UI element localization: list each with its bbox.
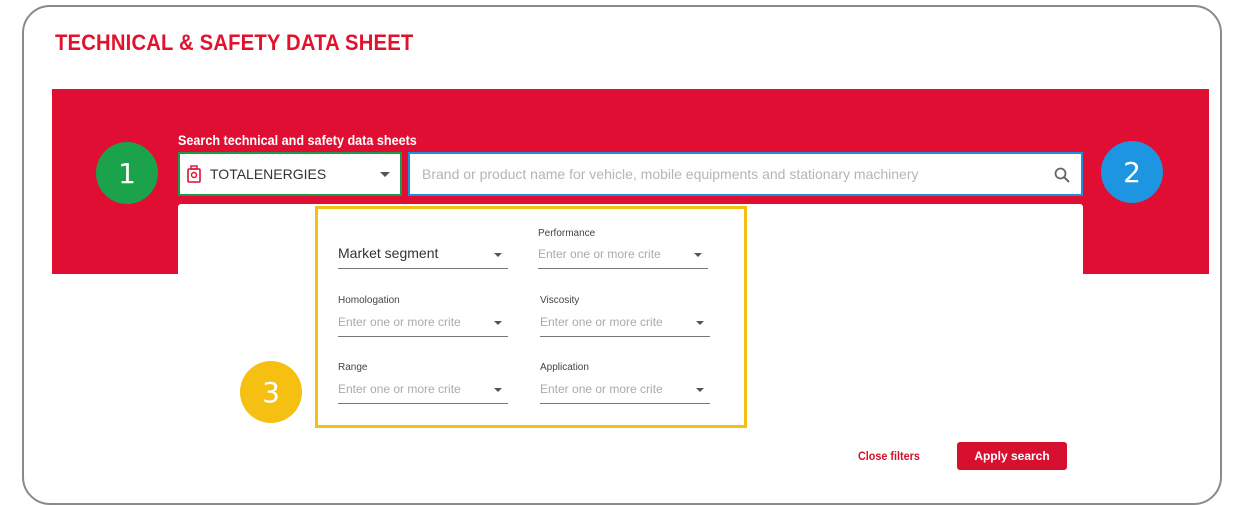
homologation-placeholder: Enter one or more crite <box>338 315 461 329</box>
application-select[interactable]: Enter one or more crite <box>540 378 710 404</box>
marker-3: 3 <box>240 361 302 423</box>
application-placeholder: Enter one or more crite <box>540 382 663 396</box>
search-box[interactable] <box>408 152 1083 196</box>
chevron-down-icon <box>494 321 502 325</box>
market-segment-select[interactable]: Market segment <box>338 243 508 269</box>
chevron-down-icon <box>696 388 704 392</box>
apply-search-button[interactable]: Apply search <box>957 442 1067 470</box>
application-label: Application <box>540 362 589 373</box>
range-select[interactable]: Enter one or more crite <box>338 378 508 404</box>
search-input[interactable] <box>420 165 1044 183</box>
viscosity-select[interactable]: Enter one or more crite <box>540 311 710 337</box>
performance-label: Performance <box>538 228 596 239</box>
range-label: Range <box>338 362 368 373</box>
chevron-down-icon <box>694 253 702 257</box>
brand-select-value: TOTALENERGIES <box>210 166 327 182</box>
oil-can-icon <box>186 165 202 183</box>
search-icon[interactable] <box>1053 166 1071 184</box>
homologation-select[interactable]: Enter one or more crite <box>338 311 508 337</box>
page-title: TECHNICAL & SAFETY DATA SHEET <box>55 30 414 55</box>
range-placeholder: Enter one or more crite <box>338 382 461 396</box>
marker-2: 2 <box>1101 141 1163 203</box>
viscosity-placeholder: Enter one or more crite <box>540 315 663 329</box>
homologation-label: Homologation <box>338 295 400 306</box>
chevron-down-icon <box>494 388 502 392</box>
close-filters-link[interactable]: Close filters <box>858 449 920 463</box>
search-label: Search technical and safety data sheets <box>178 132 417 148</box>
chevron-down-icon <box>494 253 502 257</box>
marker-1: 1 <box>96 142 158 204</box>
chevron-down-icon <box>696 321 704 325</box>
viscosity-label: Viscosity <box>540 295 580 306</box>
market-segment-value: Market segment <box>338 245 439 261</box>
brand-select[interactable]: TOTALENERGIES <box>178 152 402 196</box>
chevron-down-icon <box>380 172 390 177</box>
performance-select[interactable]: Enter one or more crite <box>538 243 708 269</box>
performance-placeholder: Enter one or more crite <box>538 247 661 261</box>
